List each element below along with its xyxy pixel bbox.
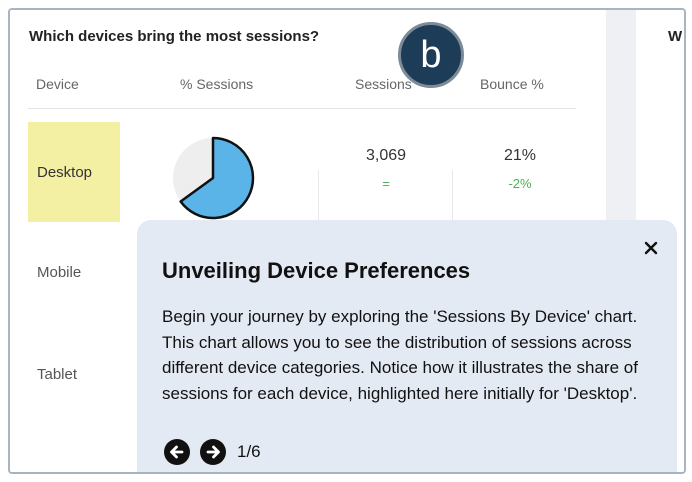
popup-title: Unveiling Device Preferences [162,258,471,283]
sessions-value: 3,069 [365,147,407,164]
arrow-right-icon [200,439,226,465]
bounce-change: -2% [508,176,532,191]
column-header-session-share: % Sessions [180,76,254,92]
step-counter: 1/6 [237,442,261,461]
next-step-button[interactable] [199,438,227,466]
arrow-left-icon [164,439,190,465]
session-share-pie [170,135,256,221]
close-button[interactable] [639,236,663,260]
column-header-sessions: Sessions [355,76,412,92]
annotation-badge: b [398,22,464,88]
screenshot-frame: Which devices bring the most sessions? D… [8,8,686,474]
close-icon [644,241,658,255]
device-label: Tablet [37,365,78,383]
device-row-tablet[interactable]: Tablet [28,324,120,424]
device-row-mobile[interactable]: Mobile [28,222,120,322]
header-divider [28,108,576,109]
tour-navigation: 1/6 [163,438,261,466]
device-label: Desktop [37,163,93,181]
previous-step-button[interactable] [163,438,191,466]
column-header-bounce: Bounce % [480,76,544,92]
popup-body: Begin your journey by exploring the 'Ses… [162,307,638,403]
column-header-device: Device [36,76,79,92]
tour-popup: Unveiling Device Preferences Begin your … [137,220,677,472]
device-row-desktop[interactable]: Desktop [28,122,120,222]
card-title: Which devices bring the most sessions? [29,28,320,45]
sessions-change: = [382,176,390,191]
device-label: Mobile [37,263,82,281]
next-card-title: W [668,28,683,45]
bounce-value: 21% [503,147,537,164]
